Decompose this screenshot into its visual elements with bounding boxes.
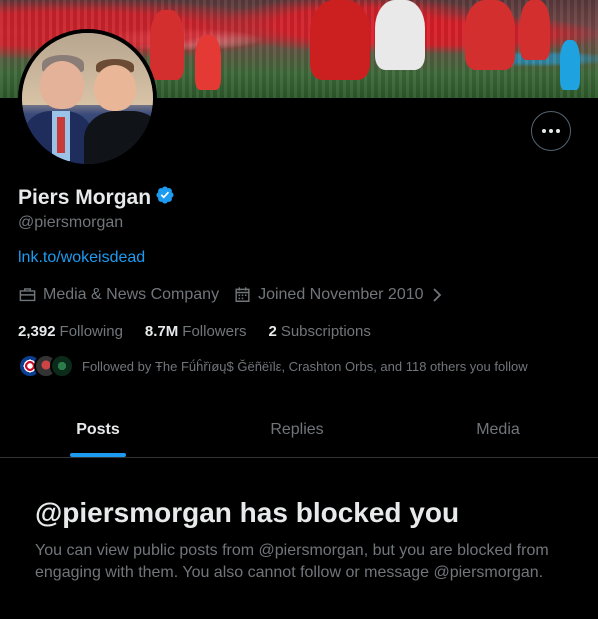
banner-player: [375, 0, 425, 70]
profile-website-link[interactable]: lnk.to/wokeisdead: [18, 249, 145, 267]
verified-badge-icon[interactable]: [155, 185, 175, 210]
blocked-notice: @piersmorgan has blocked you You can vie…: [35, 496, 565, 584]
blocked-message: You can view public posts from @piersmor…: [35, 542, 549, 581]
avatar-person-shirt: [84, 111, 153, 164]
banner-player: [310, 0, 370, 80]
more-dots-icon: [542, 129, 560, 133]
profile-joined-label: Joined November 2010: [258, 285, 424, 303]
following-label: Following: [59, 323, 123, 340]
profile-avatar[interactable]: [18, 29, 157, 168]
follower-avatar: [50, 354, 74, 378]
tab-replies[interactable]: Replies: [196, 402, 398, 457]
banner-player: [520, 0, 550, 60]
subscriptions-count: 2: [268, 323, 277, 340]
avatar-person-face: [94, 65, 136, 111]
followed-by-avatars: [18, 354, 74, 378]
more-options-button[interactable]: [531, 111, 571, 151]
banner-player: [150, 10, 184, 80]
calendar-icon: [233, 285, 252, 304]
blocked-title: @piersmorgan has blocked you: [35, 497, 460, 528]
profile-joined[interactable]: Joined November 2010: [233, 285, 443, 304]
banner-player: [465, 0, 515, 70]
profile-category: Media & News Company: [18, 285, 219, 304]
banner-player: [560, 40, 580, 90]
following-count: 2,392: [18, 323, 56, 340]
chevron-right-icon: [430, 286, 444, 304]
profile-name: Piers Morgan: [18, 185, 152, 209]
profile-name-row: Piers Morgan: [18, 185, 175, 210]
followers-count: 8.7M: [144, 323, 179, 340]
tab-posts[interactable]: Posts: [0, 402, 196, 457]
subscriptions-label: Subscriptions: [280, 323, 371, 340]
avatar-person-face: [40, 61, 84, 109]
followed-by-text: Followed by Ŧhe Fǘĥřïøų$ Ğëñëïlε, Crasht…: [82, 358, 528, 374]
tab-media[interactable]: Media: [398, 402, 598, 457]
followers-stat[interactable]: 8.7M Followers: [145, 323, 247, 340]
profile-category-label: Media & News Company: [43, 285, 220, 303]
profile-tabs: Posts Replies Media: [0, 402, 598, 458]
profile-meta-row: Media & News Company Joined November 201…: [18, 285, 458, 304]
profile-handle: @piersmorgan: [18, 214, 124, 231]
briefcase-icon: [18, 285, 37, 304]
followers-label: Followers: [182, 323, 247, 340]
subscriptions-stat[interactable]: 2 Subscriptions: [268, 323, 370, 340]
banner-player: [195, 35, 221, 90]
profile-stats: 2,392 Following 8.7M Followers 2 Subscripti…: [18, 323, 393, 340]
avatar-tie: [57, 117, 65, 153]
followed-by-row[interactable]: Followed by Ŧhe Fǘĥřïøų$ Ğëñëïlε, Crasht…: [18, 354, 528, 378]
following-stat[interactable]: 2,392 Following: [18, 323, 123, 340]
